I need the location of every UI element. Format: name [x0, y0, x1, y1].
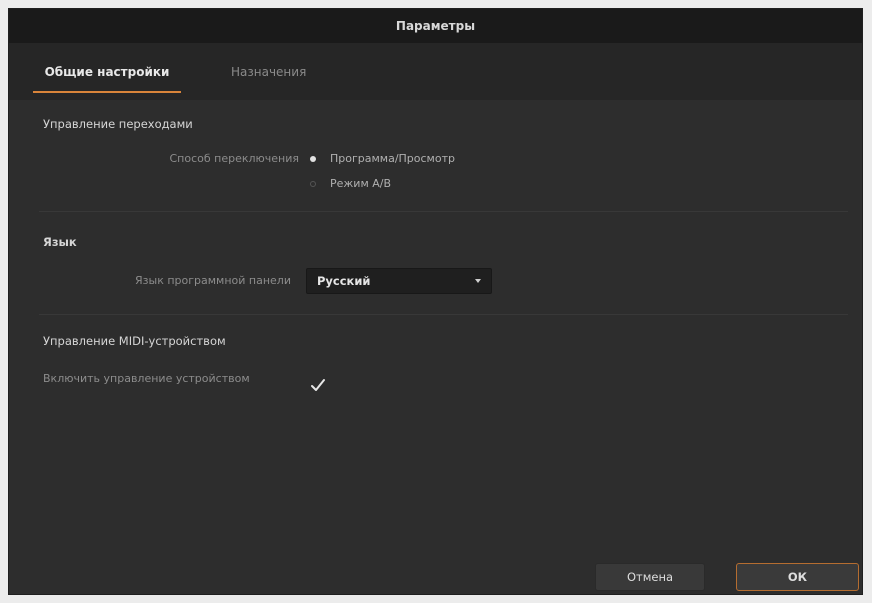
dialog-titlebar: Параметры — [9, 9, 862, 43]
language-dropdown[interactable]: Русский — [306, 268, 492, 294]
tab-general-settings[interactable]: Общие настройки — [33, 65, 181, 93]
language-selected-value: Русский — [317, 274, 371, 288]
transition-control-heading: Управление переходами — [43, 117, 193, 131]
radio-ab-mode-label: Режим A/B — [330, 177, 392, 190]
section-divider — [39, 211, 848, 212]
switch-mode-label: Способ переключения — [169, 152, 299, 165]
dialog-title: Параметры — [395, 19, 476, 33]
radio-program-preview-label: Программа/Просмотр — [330, 152, 455, 165]
enable-device-control-label: Включить управление устройством — [43, 372, 250, 385]
enable-device-control-checkbox[interactable] — [309, 376, 327, 394]
tab-bar: Общие настройки Назначения — [9, 43, 862, 100]
section-divider — [39, 314, 848, 315]
radio-unselected-indicator — [310, 180, 316, 187]
chevron-down-icon — [475, 279, 481, 283]
radio-program-preview[interactable]: Программа/Просмотр — [310, 152, 455, 165]
tab-mapping[interactable]: Назначения — [231, 65, 306, 93]
midi-control-heading: Управление MIDI-устройством — [43, 334, 226, 348]
panel-language-label: Язык программной панели — [135, 274, 291, 287]
radio-ab-mode[interactable]: Режим A/B — [310, 177, 391, 190]
radio-selected-indicator — [310, 155, 316, 162]
preferences-dialog: Параметры Общие настройки Назначения Упр… — [8, 8, 863, 595]
language-heading: Язык — [43, 235, 77, 249]
ok-button[interactable]: ОК — [736, 563, 859, 591]
cancel-button[interactable]: Отмена — [595, 563, 705, 591]
